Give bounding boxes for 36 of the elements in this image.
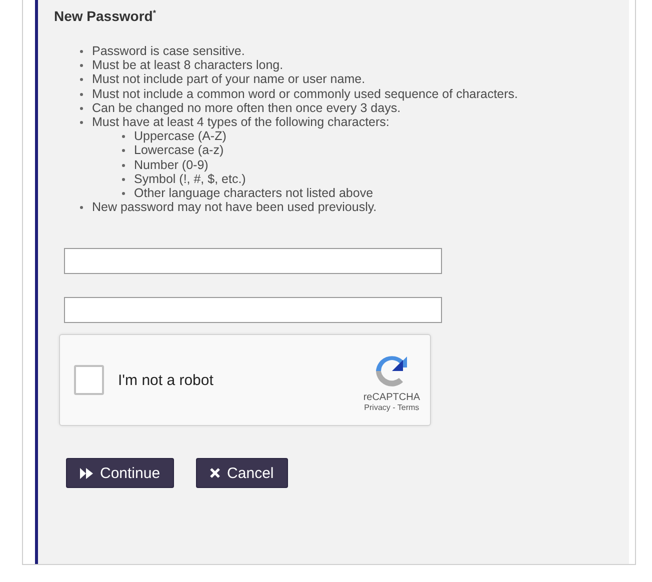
rule-text: Symbol (!, #, $, etc.) — [134, 172, 246, 186]
rule-text: Uppercase (A-Z) — [134, 129, 226, 144]
bullet-icon — [122, 135, 125, 138]
bullet-icon — [80, 50, 83, 53]
rule-text: Must not include a common word or commonly used sequence of characters. — [92, 86, 518, 101]
captcha-checkbox[interactable] — [74, 365, 104, 396]
bullet-icon — [122, 192, 125, 196]
section-heading: New Password$^{*}$ — [54, 8, 157, 24]
cancel-button[interactable]: Cancel — [196, 458, 288, 488]
captcha-label: I'm not a robot — [118, 372, 214, 389]
bullet-icon — [122, 149, 125, 152]
rule-text: Must be at least 8 characters long. — [92, 58, 284, 72]
bullet-icon — [80, 121, 83, 124]
rule-text: Number (0-9) — [134, 158, 208, 172]
fast-forward-icon — [80, 468, 93, 479]
bullet-icon — [80, 106, 83, 110]
bullet-icon — [80, 206, 83, 210]
rule-text: Password is case sensitive. — [92, 44, 245, 58]
bullet-icon — [80, 78, 83, 82]
rule-text: New password may not have been used previously. — [92, 200, 377, 214]
password-field[interactable] — [64, 248, 442, 274]
bullet-icon — [80, 64, 83, 68]
rule-text: Lowercase (a-z) — [134, 143, 224, 158]
close-icon — [210, 468, 220, 478]
continue-button[interactable]: Continue — [66, 458, 174, 488]
bullet-icon — [122, 178, 125, 181]
password-field[interactable] — [64, 297, 442, 324]
captcha-links[interactable]: Privacy - Terms — [364, 403, 420, 412]
bullet-icon — [122, 164, 125, 167]
rule-text: Must have at least 4 types of the following characters: — [92, 115, 390, 130]
rule-text: Must not include part of your name or user name. — [92, 72, 366, 86]
captcha-brand: reCAPTCHA — [363, 392, 420, 404]
recaptcha-logo-icon — [374, 354, 409, 388]
rule-text: Other language characters not listed above — [134, 186, 374, 200]
rule-text: Can be changed no more often then once every 3 days. — [92, 100, 401, 115]
bullet-icon — [80, 92, 83, 96]
